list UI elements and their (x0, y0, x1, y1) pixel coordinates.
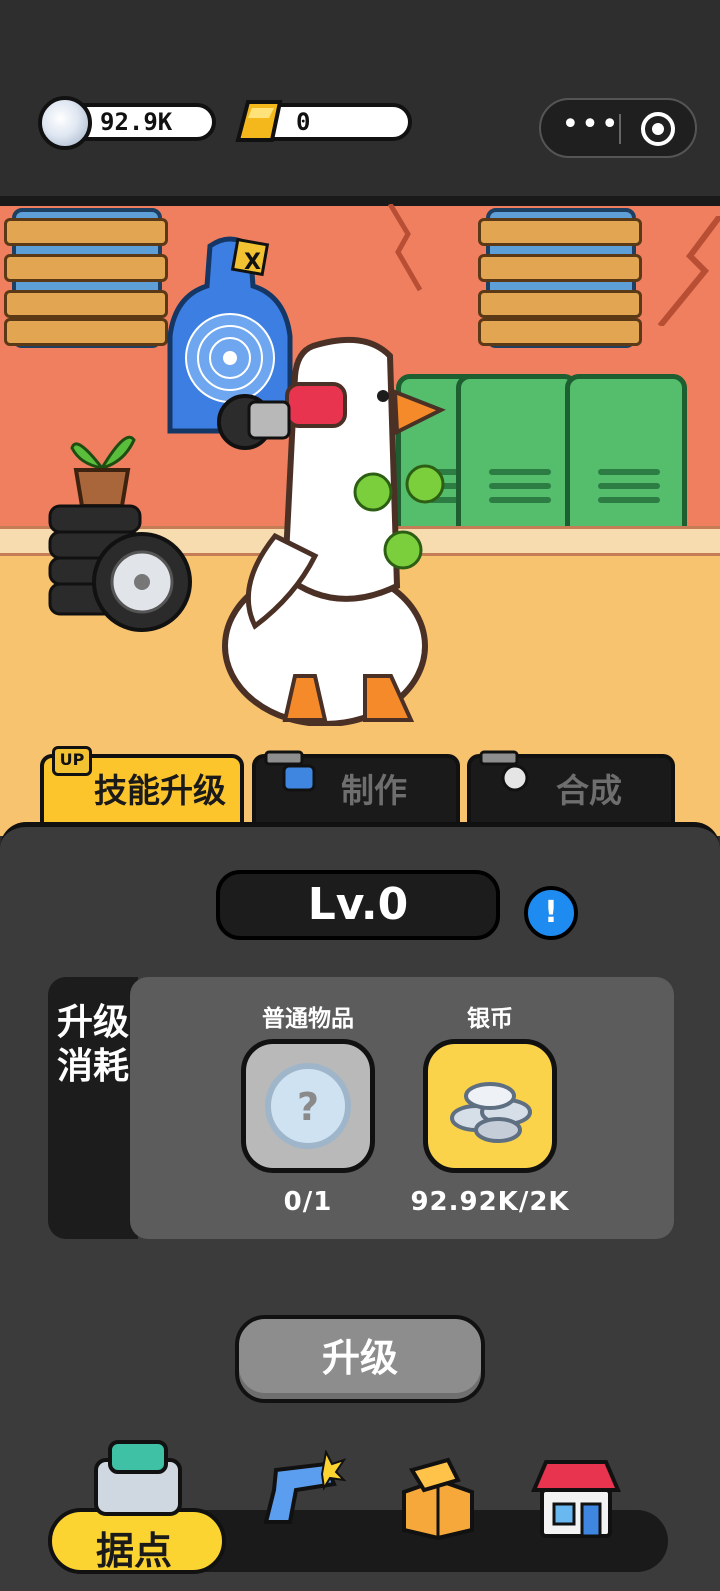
item-slot (423, 1039, 557, 1173)
cost-item-name: 普通物品 (262, 1006, 354, 1032)
upgrade-cost-label: 升级消耗 (56, 1002, 129, 1087)
item-slot: ? (241, 1039, 375, 1173)
wood-plank (4, 218, 168, 246)
cost-item-silver[interactable]: 银币 92.92K/2K (390, 977, 590, 1217)
wall-crack (657, 216, 720, 326)
tab-skill-upgrade[interactable]: 技能升级 UP (40, 746, 244, 828)
tab-craft-label: 制作 (341, 771, 407, 810)
capsule-divider (619, 114, 621, 144)
svg-text:?: ? (297, 1085, 319, 1129)
wood-plank (478, 290, 642, 318)
tab-merge-label: 合成 (556, 771, 622, 810)
wood-plank (478, 318, 642, 346)
game-scene: X (0, 196, 720, 836)
box-icon[interactable] (398, 1456, 478, 1540)
base-icon (94, 1440, 182, 1516)
silver-coin-icon (38, 96, 92, 150)
silver-amount: 92.9K (100, 108, 173, 136)
tab-skill-upgrade-label: 技能升级 (94, 771, 226, 810)
nav-base-label: 据点 (96, 1529, 173, 1573)
tire-stack (48, 504, 192, 632)
revolver-icon[interactable] (256, 1450, 346, 1530)
upgrade-cost-header: 升级消耗 (48, 977, 138, 1239)
gold-bar-icon (235, 100, 283, 142)
question-orb-icon: ? (265, 1063, 351, 1149)
silver-coins-icon (450, 1082, 532, 1143)
cost-item-count: 92.92K/2K (410, 1187, 570, 1217)
target-sign: X (244, 250, 261, 275)
anvil-bag-icon (264, 750, 316, 792)
gold-amount: 0 (296, 108, 311, 136)
more-menu-button[interactable]: ••• (561, 110, 621, 146)
anvil-orb-icon (479, 750, 529, 792)
tab-craft[interactable]: 制作 (252, 750, 460, 828)
cost-item-name: 银币 (467, 1006, 513, 1032)
shop-icon[interactable] (530, 1456, 622, 1540)
wall-crack (387, 204, 423, 292)
tab-merge[interactable]: 合成 (467, 750, 675, 828)
wood-plank (478, 218, 642, 246)
cost-item-common[interactable]: 普通物品 ? 0/1 (228, 977, 388, 1217)
target-icon[interactable] (641, 112, 675, 146)
up-badge: UP (52, 746, 92, 776)
goose-character (217, 336, 446, 726)
upgrade-button[interactable]: 升级 (235, 1315, 485, 1403)
wood-plank (4, 254, 168, 282)
wood-plank (478, 254, 642, 282)
wood-plank (4, 318, 168, 346)
info-button[interactable]: ! (524, 886, 578, 940)
wood-plank (4, 290, 168, 318)
upgrade-cost-panel: 普通物品 ? 0/1 银币 92.92K/2K (130, 977, 674, 1239)
mini-program-capsule: ••• (539, 98, 697, 158)
level-display: Lv.0 (216, 870, 500, 940)
cost-item-count: 0/1 (283, 1187, 333, 1217)
